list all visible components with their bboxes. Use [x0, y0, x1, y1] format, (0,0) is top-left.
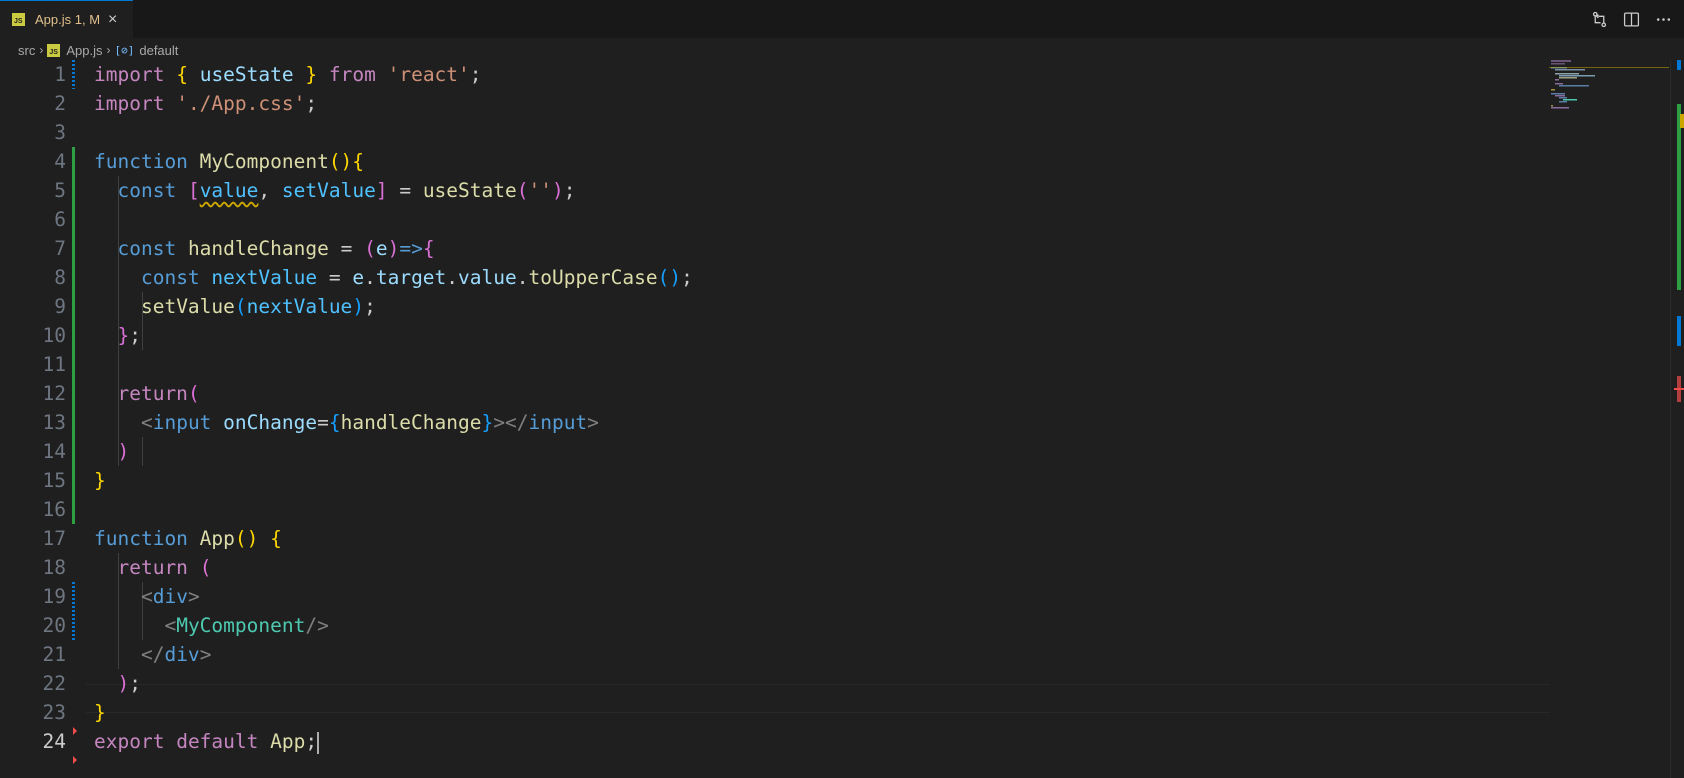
javascript-file-icon: JS	[47, 43, 61, 57]
breadcrumb-symbol[interactable]: [⊘] default	[114, 43, 178, 58]
line-number: 15	[42, 469, 66, 492]
line-number: 14	[42, 440, 66, 463]
breadcrumb-file-label: App.js	[66, 42, 103, 58]
tab-app-js[interactable]: JS App.js 1, M ×	[0, 0, 133, 38]
line-number: 16	[42, 498, 66, 521]
line-number: 11	[42, 353, 66, 376]
breadcrumb-folder[interactable]: src	[18, 43, 35, 58]
line-number: 19	[42, 585, 66, 608]
line-number: 23	[42, 701, 66, 724]
editor-actions	[1590, 0, 1672, 38]
line-number: 7	[54, 237, 66, 260]
code-line[interactable]: 7 const handleChange = (e)=>{	[0, 234, 1550, 263]
code-line[interactable]: 9 setValue(nextValue);	[0, 292, 1550, 321]
line-number: 12	[42, 382, 66, 405]
breadcrumb: src › JS App.js › [⊘] default	[0, 38, 1684, 62]
breadcrumb-file[interactable]: JS App.js	[47, 43, 102, 58]
line-number: 13	[42, 411, 66, 434]
code-line[interactable]: 13 <input onChange={handleChange}></inpu…	[0, 408, 1550, 437]
code-line[interactable]: 21 </div>	[0, 640, 1550, 669]
code-line[interactable]: 17 function App() {	[0, 524, 1550, 553]
line-number: 21	[42, 643, 66, 666]
code-line[interactable]: 8 const nextValue = e.target.value.toUpp…	[0, 263, 1550, 292]
split-editor-icon[interactable]	[1622, 10, 1640, 28]
code-line[interactable]: 11	[0, 350, 1550, 379]
code-line[interactable]: 18 return (	[0, 553, 1550, 582]
breadcrumb-symbol-label: default	[139, 42, 179, 58]
code-line[interactable]: 5 const [value, setValue] = useState('')…	[0, 176, 1550, 205]
line-number: 3	[54, 121, 66, 144]
code-line[interactable]: 16	[0, 495, 1550, 524]
line-number: 5	[54, 179, 66, 202]
line-number: 2	[54, 92, 66, 115]
code-editor[interactable]: 1 import { useState } from 'react'; 2 impo…	[0, 60, 1684, 778]
open-changes-icon[interactable]	[1590, 10, 1608, 28]
line-number: 24	[42, 730, 66, 753]
code-line[interactable]: 12 return(	[0, 379, 1550, 408]
code-line[interactable]: 23}	[0, 698, 1550, 727]
chevron-right-icon: ›	[106, 43, 111, 57]
line-number: 1	[54, 63, 66, 86]
code-line[interactable]: 10 };	[0, 321, 1550, 350]
text-cursor	[317, 731, 320, 754]
line-number: 6	[54, 208, 66, 231]
more-actions-icon[interactable]	[1654, 10, 1672, 28]
code-line[interactable]: 4 function MyComponent(){	[0, 147, 1550, 176]
line-number: 20	[42, 614, 66, 637]
line-number: 18	[42, 556, 66, 579]
close-icon[interactable]: ×	[108, 11, 117, 29]
code-line[interactable]: 22 );	[0, 669, 1550, 698]
symbol-variable-icon: [⊘]	[114, 43, 135, 57]
code-line[interactable]: 3	[0, 118, 1550, 147]
code-line[interactable]: 2 import './App.css';	[0, 89, 1550, 118]
javascript-file-icon: JS	[12, 13, 25, 26]
code-line[interactable]: 6	[0, 205, 1550, 234]
line-number: 8	[54, 266, 66, 289]
code-line[interactable]: 14 )	[0, 437, 1550, 466]
line-number: 4	[54, 150, 66, 173]
code-line[interactable]: 20 <MyComponent/>	[0, 611, 1550, 640]
minimap[interactable]	[1549, 60, 1669, 120]
code-line[interactable]: 19 <div>	[0, 582, 1550, 611]
code-line[interactable]: 24 export default App;	[0, 727, 1550, 756]
line-number: 10	[42, 324, 66, 347]
line-number: 9	[54, 295, 66, 318]
tab-bar: JS App.js 1, M ×	[0, 0, 1684, 38]
chevron-right-icon: ›	[39, 43, 44, 57]
tab-label: App.js 1, M	[35, 12, 101, 27]
line-number: 22	[42, 672, 66, 695]
error-marker[interactable]	[73, 756, 77, 764]
code-line[interactable]: 15}	[0, 466, 1550, 495]
line-number: 17	[42, 527, 66, 550]
code-line[interactable]: 1 import { useState } from 'react';	[0, 60, 1550, 89]
scrollbar[interactable]	[1670, 60, 1684, 778]
